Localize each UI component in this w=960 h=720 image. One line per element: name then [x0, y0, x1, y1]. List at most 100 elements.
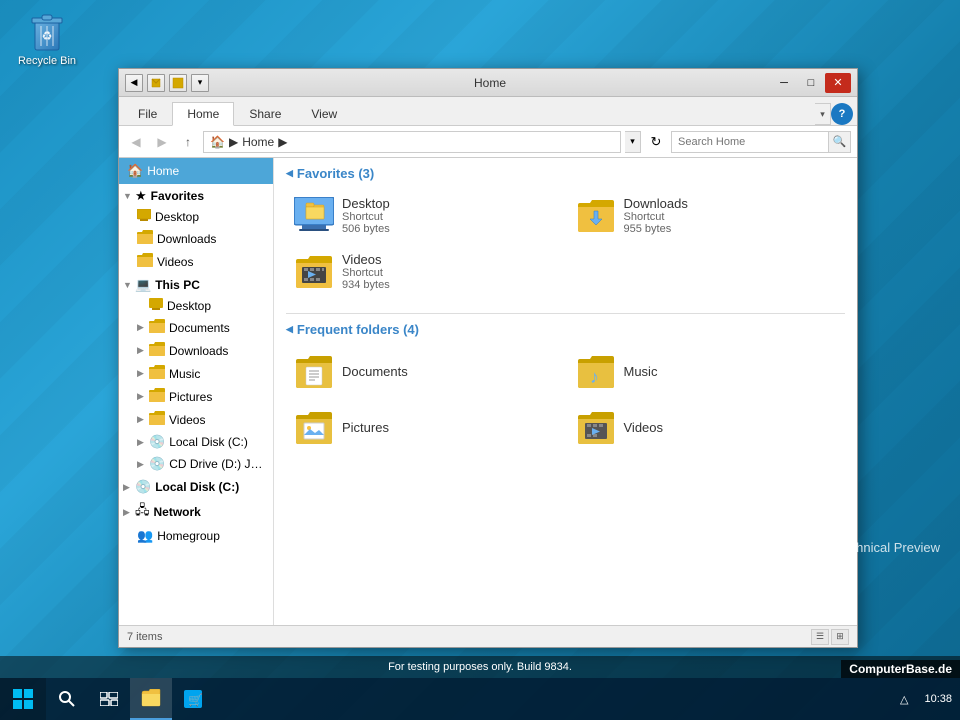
sidebar-item-documents[interactable]: ▶ Documents: [119, 316, 273, 339]
store-taskbar-button[interactable]: 🛒: [172, 678, 214, 720]
sidebar-item-music[interactable]: ▶ Music: [119, 362, 273, 385]
downloads-large-icon: [576, 195, 616, 235]
music-frequent-name: Music: [624, 364, 658, 379]
file-item-music[interactable]: ♪ Music: [568, 345, 846, 397]
up-button[interactable]: ↑: [177, 131, 199, 153]
minimize-button[interactable]: ─: [771, 73, 797, 93]
downloads-file-detail1: Shortcut: [624, 211, 688, 223]
path-home-icon: 🏠: [210, 135, 225, 149]
sidebar-desktop-label: Desktop: [155, 210, 199, 224]
task-view-button[interactable]: [88, 678, 130, 720]
quick-access-btn-3[interactable]: [169, 74, 187, 92]
pictures-frequent-name: Pictures: [342, 420, 389, 435]
music-file-info: Music: [624, 364, 658, 379]
start-button[interactable]: [0, 678, 46, 720]
file-item-downloads[interactable]: Downloads Shortcut 955 bytes: [568, 189, 846, 241]
sidebar-item-homegroup[interactable]: 👥 Homegroup: [119, 525, 273, 547]
favorites-section[interactable]: ▼ ★ Favorites: [119, 184, 273, 206]
sidebar-item-pc-videos[interactable]: ▶ Videos: [119, 408, 273, 431]
file-item-desktop[interactable]: Desktop Shortcut 506 bytes: [286, 189, 564, 241]
network-toggle[interactable]: ▶: [123, 507, 135, 518]
local-disk-toggle[interactable]: ▶: [137, 437, 149, 448]
taskbar: 🛒 △ 10:38: [0, 678, 960, 720]
desktop-file-name: Desktop: [342, 196, 390, 211]
desktop-icon: [137, 209, 151, 224]
explorer-taskbar-button[interactable]: [130, 678, 172, 720]
search-taskbar-button[interactable]: [46, 678, 88, 720]
pictures-toggle[interactable]: ▶: [137, 391, 149, 402]
address-dropdown[interactable]: ▾: [625, 131, 641, 153]
file-item-pictures[interactable]: Pictures: [286, 401, 564, 453]
maximize-button[interactable]: □: [798, 73, 824, 93]
sidebar-item-home[interactable]: 🏠 Home: [119, 158, 273, 184]
file-item-videos-fav[interactable]: Videos Shortcut 934 bytes: [286, 245, 564, 297]
sidebar-item-pc-desktop[interactable]: Desktop: [119, 295, 273, 316]
help-button[interactable]: ?: [831, 103, 853, 125]
svg-text:🛒: 🛒: [188, 693, 202, 707]
ribbon: File Home Share View ▾ ?: [119, 97, 857, 126]
sidebar-item-cd-drive[interactable]: ▶ 💿 CD Drive (D:) JM1: [119, 453, 273, 475]
sidebar-item-local-disk-c[interactable]: ▶ 💿 Local Disk (C:): [119, 431, 273, 453]
cd-drive-icon: 💿: [149, 456, 165, 472]
local-disk-section-toggle[interactable]: ▶: [123, 482, 135, 493]
close-button[interactable]: ✕: [825, 73, 851, 93]
this-pc-toggle[interactable]: ▼: [123, 280, 135, 290]
sidebar-downloads-label: Downloads: [157, 232, 216, 246]
file-item-documents[interactable]: Documents: [286, 345, 564, 397]
network-label: Network: [154, 505, 201, 519]
sidebar-pc-videos-label: Videos: [169, 413, 205, 427]
pc-videos-toggle[interactable]: ▶: [137, 414, 149, 425]
notification-bar: For testing purposes only. Build 9834.: [0, 656, 960, 678]
favorites-toggle[interactable]: ▼: [123, 191, 135, 201]
this-pc-section[interactable]: ▼ 💻 This PC: [119, 273, 273, 295]
pc-downloads-toggle[interactable]: ▶: [137, 345, 149, 356]
documents-toggle[interactable]: ▶: [137, 322, 149, 333]
system-clock[interactable]: 10:38: [916, 693, 960, 705]
tab-share[interactable]: Share: [234, 101, 296, 125]
address-path[interactable]: 🏠 ▶ Home ▶: [203, 131, 621, 153]
sidebar-pc-desktop-label: Desktop: [167, 299, 211, 313]
tray-icons: △: [900, 693, 908, 706]
refresh-button[interactable]: ↻: [645, 131, 667, 153]
divider-1: [286, 313, 845, 314]
cd-drive-toggle[interactable]: ▶: [137, 459, 149, 470]
forward-button[interactable]: ▶: [151, 131, 173, 153]
documents-large-icon: [294, 351, 334, 391]
sidebar-item-videos-fav[interactable]: Videos: [119, 250, 273, 273]
downloads-file-info: Downloads Shortcut 955 bytes: [624, 196, 688, 235]
music-toggle[interactable]: ▶: [137, 368, 149, 379]
computerbase-logo: ComputerBase.de: [841, 660, 960, 678]
back-button[interactable]: ◀: [125, 131, 147, 153]
ribbon-expand-button[interactable]: ▾: [815, 103, 831, 125]
windows-watermark: Windows Technical Preview: [780, 540, 940, 555]
downloads-file-detail2: 955 bytes: [624, 223, 688, 235]
window-controls: ─ □ ✕: [771, 73, 851, 93]
music-icon: [149, 365, 165, 382]
search-icon[interactable]: 🔍: [828, 132, 850, 152]
local-disk-label: Local Disk (C:): [155, 480, 239, 494]
search-box: 🔍: [671, 131, 851, 153]
file-item-videos-frequent[interactable]: Videos: [568, 401, 846, 453]
pictures-large-icon: [294, 407, 334, 447]
videos-frequent-file-info: Videos: [624, 420, 664, 435]
list-view-button[interactable]: ☰: [811, 629, 829, 645]
file-area: Favorites (3): [274, 158, 857, 625]
pictures-file-info: Pictures: [342, 420, 389, 435]
search-input[interactable]: [672, 132, 828, 152]
tab-file[interactable]: File: [123, 101, 172, 125]
sidebar-item-desktop[interactable]: Desktop: [119, 206, 273, 227]
recycle-bin-icon[interactable]: ♻ Recycle Bin: [12, 8, 82, 67]
sidebar-item-pc-downloads[interactable]: ▶ Downloads: [119, 339, 273, 362]
sidebar-homegroup-label: Homegroup: [157, 529, 220, 543]
network-section[interactable]: ▶ 🖧 Network: [119, 497, 273, 525]
quick-access-btn-4[interactable]: ▾: [191, 74, 209, 92]
grid-view-button[interactable]: ⊞: [831, 629, 849, 645]
path-current: Home: [242, 135, 274, 149]
sidebar-item-pictures[interactable]: ▶ Pictures: [119, 385, 273, 408]
quick-access-btn-1[interactable]: ◀: [125, 74, 143, 92]
local-disk-section[interactable]: ▶ 💿 Local Disk (C:): [119, 475, 273, 497]
tab-view[interactable]: View: [296, 101, 352, 125]
sidebar-item-downloads[interactable]: Downloads: [119, 227, 273, 250]
tab-home[interactable]: Home: [172, 102, 234, 126]
quick-access-btn-2[interactable]: [147, 74, 165, 92]
